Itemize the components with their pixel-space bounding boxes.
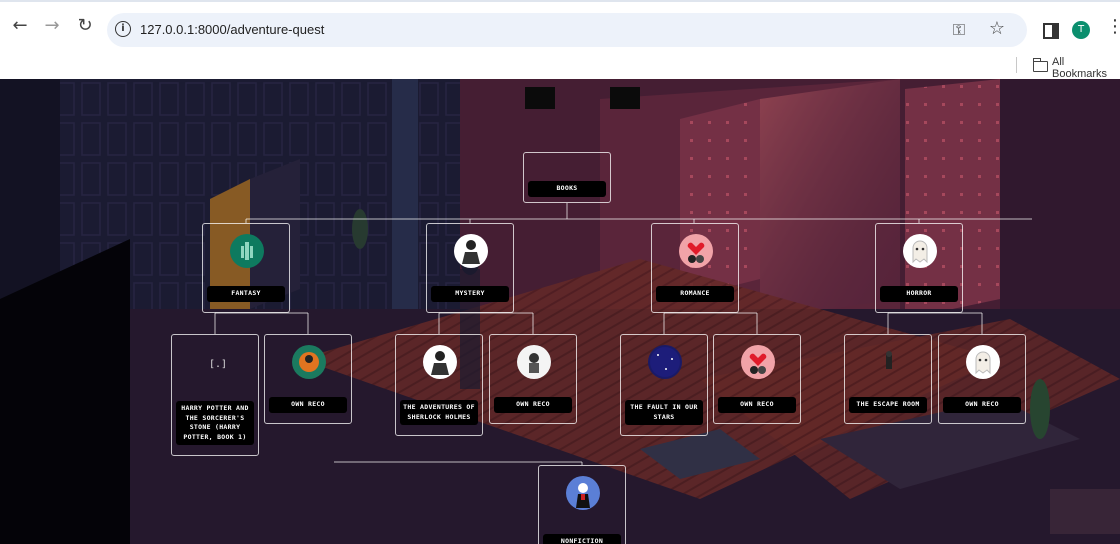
node-harry-potter-label: Harry Potter and the Sorcerer's Stone (H…: [176, 401, 254, 445]
own-reco-mystery-icon: [517, 345, 551, 379]
node-nonfiction-label: Nonfiction: [543, 534, 621, 544]
fault-stars-icon: [648, 345, 682, 379]
node-own-reco-mystery-label: Own Reco: [494, 397, 572, 413]
node-sherlock[interactable]: The Adventures of Sherlock Holmes: [395, 334, 483, 436]
bookmark-folder-icon[interactable]: [1032, 58, 1048, 72]
page-viewport: Books Fantasy Mystery Romance Horror [.]…: [0, 79, 1120, 544]
node-mystery[interactable]: Mystery: [426, 223, 514, 313]
node-sherlock-label: The Adventures of Sherlock Holmes: [400, 400, 478, 425]
fantasy-icon: [230, 234, 264, 268]
bookmark-star-icon[interactable]: ☆: [989, 18, 1005, 39]
node-own-reco-fantasy-label: Own Reco: [269, 397, 347, 413]
own-reco-fantasy-icon: [292, 345, 326, 379]
node-nonfiction[interactable]: Nonfiction: [538, 465, 626, 544]
address-bar[interactable]: i 127.0.0.1:8000/adventure-quest ⚿ ☆: [107, 13, 1027, 47]
node-horror-label: Horror: [880, 286, 958, 302]
mystery-icon: [454, 234, 488, 268]
own-reco-romance-icon: [741, 345, 775, 379]
node-harry-potter[interactable]: [.] Harry Potter and the Sorcerer's Ston…: [171, 334, 259, 456]
kebab-menu-icon[interactable]: ⋮: [1106, 18, 1120, 36]
node-books[interactable]: Books: [523, 152, 611, 203]
node-escape-room[interactable]: The Escape Room: [844, 334, 932, 424]
back-arrow-icon[interactable]: ←: [9, 15, 31, 37]
node-fantasy[interactable]: Fantasy: [202, 223, 290, 313]
profile-avatar[interactable]: T: [1072, 21, 1090, 39]
node-own-reco-horror[interactable]: Own Reco: [938, 334, 1026, 424]
node-own-reco-mystery[interactable]: Own Reco: [489, 334, 577, 424]
bookmarks-bar: [0, 52, 1120, 78]
bookmarks-separator: [1016, 57, 1017, 73]
node-escape-room-label: The Escape Room: [849, 397, 927, 413]
escape-room-icon: [872, 345, 906, 379]
node-own-reco-horror-label: Own Reco: [943, 397, 1021, 413]
svg-text:[.]: [.]: [209, 359, 227, 370]
node-horror[interactable]: Horror: [875, 223, 963, 313]
node-own-reco-romance[interactable]: Own Reco: [713, 334, 801, 424]
node-romance[interactable]: Romance: [651, 223, 739, 313]
node-own-reco-romance-label: Own Reco: [718, 397, 796, 413]
browser-toolbar: ← → ↻ i 127.0.0.1:8000/adventure-quest ⚿…: [0, 0, 1120, 54]
password-key-icon[interactable]: ⚿: [953, 20, 965, 40]
site-info-icon[interactable]: i: [115, 21, 131, 37]
node-fault-stars[interactable]: The Fault in Our Stars: [620, 334, 708, 436]
node-own-reco-fantasy[interactable]: Own Reco: [264, 334, 352, 424]
forward-arrow-icon[interactable]: →: [41, 15, 63, 37]
sherlock-icon: [423, 345, 457, 379]
nonfiction-icon: [566, 476, 600, 510]
harry-potter-icon: [.]: [199, 345, 233, 379]
horror-icon: [903, 234, 937, 268]
node-mystery-label: Mystery: [431, 286, 509, 302]
all-bookmarks-link[interactable]: All Bookmarks: [1052, 56, 1120, 80]
romance-icon: [679, 234, 713, 268]
node-romance-label: Romance: [656, 286, 734, 302]
node-fault-stars-label: The Fault in Our Stars: [625, 400, 703, 425]
own-reco-horror-icon: [966, 345, 1000, 379]
side-panel-icon[interactable]: [1043, 23, 1059, 39]
reload-icon[interactable]: ↻: [74, 15, 96, 37]
node-fantasy-label: Fantasy: [207, 286, 285, 302]
node-books-label: Books: [528, 181, 606, 197]
url-text[interactable]: 127.0.0.1:8000/adventure-quest: [140, 22, 324, 37]
